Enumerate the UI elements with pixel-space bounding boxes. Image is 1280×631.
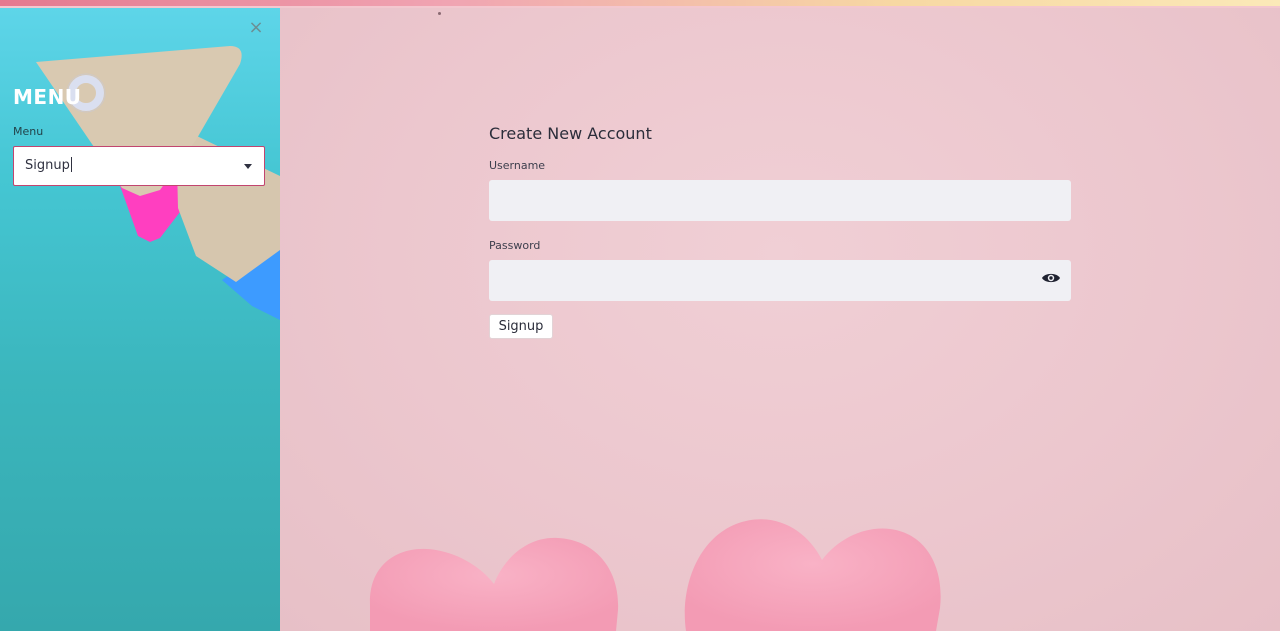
username-label: Username bbox=[489, 159, 546, 172]
top-decoration-stripe bbox=[0, 0, 1280, 6]
eye-icon[interactable] bbox=[1041, 271, 1061, 285]
signup-button[interactable]: Signup bbox=[489, 314, 553, 339]
chevron-down-icon[interactable] bbox=[242, 161, 254, 171]
close-icon[interactable]: × bbox=[246, 18, 266, 38]
decor-dot bbox=[438, 12, 441, 15]
heart-right bbox=[684, 519, 941, 631]
form-title: Create New Account bbox=[489, 124, 652, 143]
sidebar-title: MENU bbox=[13, 85, 82, 109]
main-content: Create New Account Username Password Sig… bbox=[280, 0, 1280, 631]
app-window: × MENU Menu Signup Create New Account Us… bbox=[0, 0, 1280, 631]
top-decoration-line bbox=[0, 6, 1280, 8]
sidebar: × MENU Menu Signup bbox=[0, 0, 280, 631]
menu-select[interactable]: Signup bbox=[13, 146, 265, 186]
username-input[interactable] bbox=[489, 180, 1071, 221]
password-input[interactable] bbox=[489, 260, 1071, 301]
heart-left bbox=[369, 537, 619, 631]
background-felt-hearts bbox=[369, 519, 941, 631]
text-cursor bbox=[70, 157, 72, 172]
menu-select-label: Menu bbox=[13, 125, 44, 138]
password-label: Password bbox=[489, 239, 541, 252]
menu-select-value: Signup bbox=[25, 157, 72, 173]
